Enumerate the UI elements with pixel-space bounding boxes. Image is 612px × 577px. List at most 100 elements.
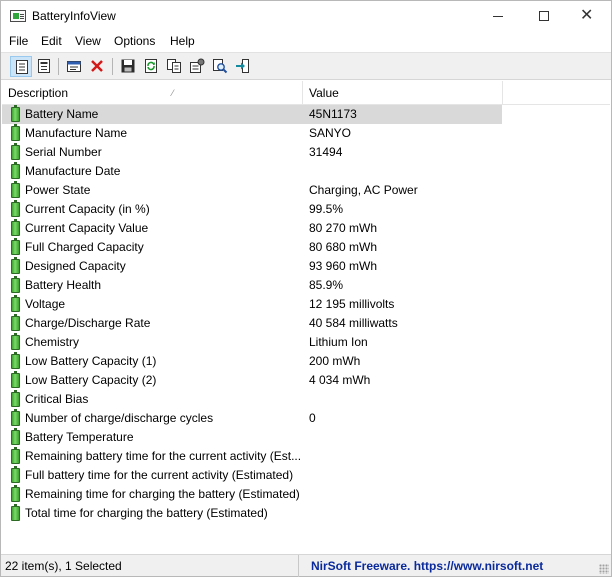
row-value: 0 bbox=[309, 411, 316, 425]
maximize-button[interactable] bbox=[521, 1, 567, 31]
minimize-icon bbox=[493, 16, 503, 17]
status-item-count: 22 item(s), 1 Selected bbox=[1, 555, 299, 577]
refresh-button[interactable] bbox=[140, 56, 162, 77]
save-icon bbox=[121, 59, 135, 73]
menu-options[interactable]: Options bbox=[114, 34, 155, 48]
options-button[interactable] bbox=[186, 56, 208, 77]
table-row[interactable]: Low Battery Capacity (2) 4 034 mWh bbox=[2, 371, 610, 390]
menu-edit[interactable]: Edit bbox=[41, 34, 62, 48]
row-value: 45N1173 bbox=[309, 107, 357, 121]
options-icon bbox=[190, 58, 205, 73]
column-header-value[interactable]: Value bbox=[303, 81, 503, 105]
row-description: Remaining time for charging the battery … bbox=[25, 487, 300, 501]
toolbar bbox=[1, 52, 611, 80]
row-description: Total time for charging the battery (Est… bbox=[25, 506, 268, 520]
table-row[interactable]: Battery Temperature bbox=[2, 428, 610, 447]
table-row[interactable]: Current Capacity Value 80 270 mWh bbox=[2, 219, 610, 238]
copy-icon bbox=[167, 59, 181, 73]
row-description: Critical Bias bbox=[25, 392, 89, 406]
table-row[interactable]: Chemistry Lithium Ion bbox=[2, 333, 610, 352]
table-row[interactable]: Remaining battery time for the current a… bbox=[2, 447, 610, 466]
close-button[interactable]: ✕ bbox=[565, 1, 611, 31]
row-description: Chemistry bbox=[25, 335, 80, 349]
table-row[interactable]: Battery Health 85.9% bbox=[2, 276, 610, 295]
menu-file[interactable]: File bbox=[9, 34, 28, 48]
status-bar: 22 item(s), 1 Selected NirSoft Freeware.… bbox=[1, 554, 611, 577]
battery-icon bbox=[11, 105, 20, 122]
menu-help[interactable]: Help bbox=[170, 34, 195, 48]
battery-icon bbox=[11, 314, 20, 331]
battery-icon bbox=[11, 238, 20, 255]
properties-button[interactable] bbox=[63, 56, 85, 77]
table-row[interactable]: Voltage 12 195 millivolts bbox=[2, 295, 610, 314]
table-row[interactable]: Full battery time for the current activi… bbox=[2, 466, 610, 485]
table-row[interactable]: Low Battery Capacity (1) 200 mWh bbox=[2, 352, 610, 371]
table-row[interactable]: Manufacture Date bbox=[2, 162, 610, 181]
resize-grip-icon[interactable] bbox=[599, 564, 609, 574]
nirsoft-link[interactable]: NirSoft Freeware. https://www.nirsoft.ne… bbox=[301, 555, 601, 577]
row-description: Charge/Discharge Rate bbox=[25, 316, 151, 330]
html-report-all-button[interactable] bbox=[10, 56, 32, 77]
battery-icon bbox=[11, 447, 20, 464]
row-description: Voltage bbox=[25, 297, 66, 311]
row-value: 4 034 mWh bbox=[309, 373, 371, 387]
list-rows: Battery Name 45N1173 Manufacture Name SANY… bbox=[2, 105, 610, 523]
find-button[interactable] bbox=[209, 56, 231, 77]
minimize-button[interactable] bbox=[475, 1, 521, 31]
battery-icon bbox=[11, 181, 20, 198]
battery-icon bbox=[11, 466, 20, 483]
app-icon bbox=[10, 10, 26, 22]
battery-info-list[interactable]: Description ⁄ Value Battery Name 45N1173 … bbox=[2, 81, 610, 551]
maximize-icon bbox=[539, 11, 549, 21]
save-button[interactable] bbox=[117, 56, 139, 77]
copy-button[interactable] bbox=[163, 56, 185, 77]
html-report-selected-button[interactable] bbox=[33, 56, 55, 77]
column-header-description[interactable]: Description ⁄ bbox=[2, 81, 303, 105]
menu-view[interactable]: View bbox=[75, 34, 101, 48]
row-value: 12 195 millivolts bbox=[309, 297, 395, 311]
table-row[interactable]: Remaining time for charging the battery … bbox=[2, 485, 610, 504]
battery-icon bbox=[11, 390, 20, 407]
row-value: 80 680 mWh bbox=[309, 240, 378, 254]
delete-button[interactable] bbox=[86, 56, 108, 77]
html-report-all-icon bbox=[16, 60, 28, 74]
row-value: 85.9% bbox=[309, 278, 344, 292]
battery-icon bbox=[11, 428, 20, 445]
battery-icon bbox=[11, 162, 20, 179]
window-title: BatteryInfoView bbox=[32, 9, 116, 23]
battery-icon bbox=[11, 371, 20, 388]
row-value: Lithium Ion bbox=[309, 335, 368, 349]
toolbar-separator bbox=[112, 58, 113, 75]
battery-icon bbox=[11, 295, 20, 312]
battery-icon bbox=[11, 257, 20, 274]
table-row[interactable]: Charge/Discharge Rate 40 584 milliwatts bbox=[2, 314, 610, 333]
table-row[interactable]: Number of charge/discharge cycles 0 bbox=[2, 409, 610, 428]
exit-icon bbox=[236, 59, 249, 73]
table-row[interactable]: Current Capacity (in %) 99.5% bbox=[2, 200, 610, 219]
table-row[interactable]: Battery Name 45N1173 bbox=[2, 105, 610, 124]
table-row[interactable]: Serial Number 31494 bbox=[2, 143, 610, 162]
row-description: Battery Health bbox=[25, 278, 102, 292]
app-window: BatteryInfoView ✕ File Edit View Options… bbox=[0, 0, 612, 577]
battery-icon bbox=[11, 200, 20, 217]
row-value: 93 960 mWh bbox=[309, 259, 378, 273]
find-icon bbox=[213, 59, 228, 74]
battery-icon bbox=[11, 485, 20, 502]
table-row[interactable]: Total time for charging the battery (Est… bbox=[2, 504, 610, 523]
title-bar[interactable]: BatteryInfoView ✕ bbox=[1, 1, 611, 31]
row-description: Manufacture Name bbox=[25, 126, 128, 140]
table-row[interactable]: Full Charged Capacity 80 680 mWh bbox=[2, 238, 610, 257]
html-report-selected-icon bbox=[38, 59, 50, 73]
sort-indicator-icon: ⁄ bbox=[172, 88, 174, 98]
table-row[interactable]: Critical Bias bbox=[2, 390, 610, 409]
table-row[interactable]: Power State Charging, AC Power bbox=[2, 181, 610, 200]
row-description: Battery Name bbox=[25, 107, 99, 121]
table-row[interactable]: Designed Capacity 93 960 mWh bbox=[2, 257, 610, 276]
battery-icon bbox=[11, 333, 20, 350]
table-row[interactable]: Manufacture Name SANYO bbox=[2, 124, 610, 143]
exit-button[interactable] bbox=[232, 56, 254, 77]
row-description: Current Capacity Value bbox=[25, 221, 149, 235]
row-description: Number of charge/discharge cycles bbox=[25, 411, 214, 425]
row-value: 99.5% bbox=[309, 202, 344, 216]
battery-icon bbox=[11, 219, 20, 236]
